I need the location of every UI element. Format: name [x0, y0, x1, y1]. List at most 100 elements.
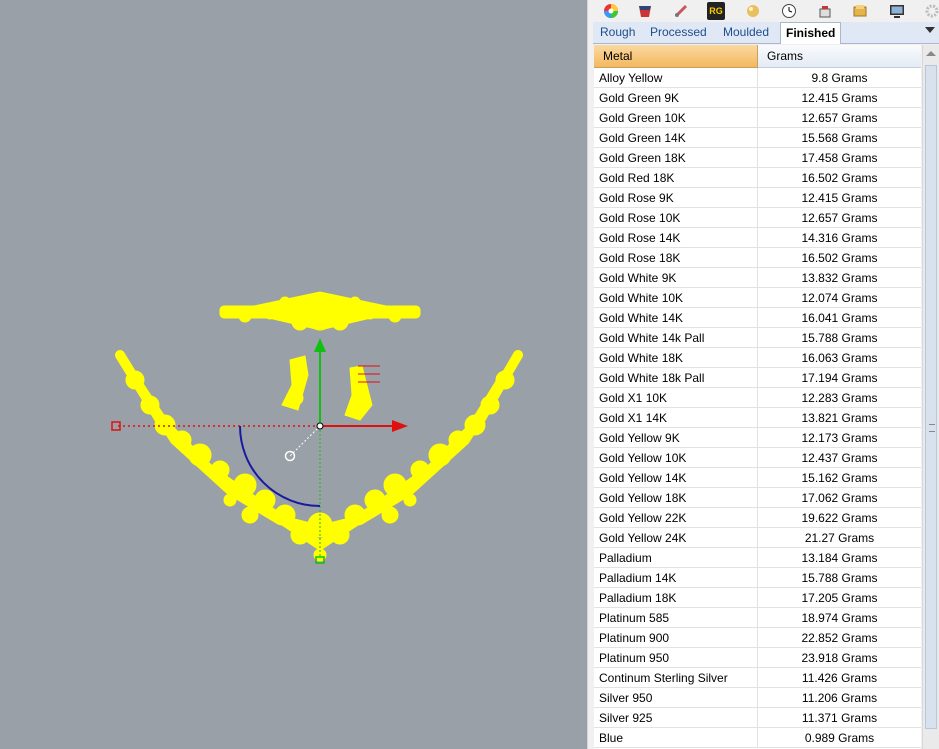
table-row[interactable]: Gold Yellow 14K 15.162 Grams [594, 468, 921, 488]
metal-cell: Silver 950 [594, 688, 758, 708]
grams-cell: 12.283 Grams [758, 388, 921, 408]
gem-icon[interactable] [744, 2, 762, 20]
grams-cell: 12.074 Grams [758, 288, 921, 308]
metal-weight-panel: RG Rough Processed Moulded Finished Meta… [593, 0, 939, 749]
metal-cell: Platinum 950 [594, 648, 758, 668]
table-row[interactable]: Gold X1 10K 12.283 Grams [594, 388, 921, 408]
metal-cell: Gold White 14K [594, 308, 758, 328]
clock-icon[interactable] [780, 2, 798, 20]
table-row[interactable]: Gold Green 9K 12.415 Grams [594, 88, 921, 108]
viewport-canvas[interactable] [0, 0, 587, 749]
table-row[interactable]: Gold Yellow 9K 12.173 Grams [594, 428, 921, 448]
metal-cell: Gold Yellow 24K [594, 528, 758, 548]
table-row[interactable]: Blue 0.989 Grams [594, 728, 921, 748]
tab-rough[interactable]: Rough [595, 22, 640, 43]
table-row[interactable]: Gold Green 14K 15.568 Grams [594, 128, 921, 148]
table-row[interactable]: Gold Yellow 18K 17.062 Grams [594, 488, 921, 508]
grams-cell: 22.852 Grams [758, 628, 921, 648]
grams-cell: 15.162 Grams [758, 468, 921, 488]
table-row[interactable]: Alloy Yellow 9.8 Grams [594, 68, 921, 88]
monitor-icon[interactable] [888, 2, 906, 20]
table-row[interactable]: Palladium 14K 15.788 Grams [594, 568, 921, 588]
y-axis-arrowhead[interactable] [314, 338, 326, 352]
grams-cell: 11.426 Grams [758, 668, 921, 688]
column-header-metal[interactable]: Metal [594, 45, 758, 68]
table-row[interactable]: Gold White 10K 12.074 Grams [594, 288, 921, 308]
grams-cell: 21.27 Grams [758, 528, 921, 548]
table-row[interactable]: Gold White 14k Pall 15.788 Grams [594, 328, 921, 348]
table-row[interactable]: Palladium 18K 17.205 Grams [594, 588, 921, 608]
color-wheel-icon[interactable] [602, 2, 620, 20]
metal-cell: Platinum 900 [594, 628, 758, 648]
chevron-down-icon[interactable] [925, 27, 935, 33]
tab-moulded[interactable]: Moulded [718, 22, 774, 43]
grams-cell: 17.194 Grams [758, 368, 921, 388]
metal-cell: Gold White 14k Pall [594, 328, 758, 348]
table-row[interactable]: Gold Rose 18K 16.502 Grams [594, 248, 921, 268]
grams-cell: 17.205 Grams [758, 588, 921, 608]
table-row[interactable]: Gold Rose 10K 12.657 Grams [594, 208, 921, 228]
table-row[interactable]: Gold White 18k Pall 17.194 Grams [594, 368, 921, 388]
metal-cell: Gold White 10K [594, 288, 758, 308]
grams-cell: 13.832 Grams [758, 268, 921, 288]
grams-cell: 14.316 Grams [758, 228, 921, 248]
top-pendant-piece[interactable] [219, 291, 421, 331]
table-row[interactable]: Platinum 900 22.852 Grams [594, 628, 921, 648]
metal-cell: Gold White 18K [594, 348, 758, 368]
tab-processed[interactable]: Processed [645, 22, 712, 43]
table-row[interactable]: Gold X1 14K 13.821 Grams [594, 408, 921, 428]
grams-cell: 12.657 Grams [758, 208, 921, 228]
table-scrollbar[interactable] [922, 45, 939, 749]
gizmo-center[interactable] [316, 422, 324, 430]
table-row[interactable]: Gold White 18K 16.063 Grams [594, 348, 921, 368]
grams-cell: 11.371 Grams [758, 708, 921, 728]
grams-cell: 9.8 Grams [758, 68, 921, 88]
metal-cell: Gold Rose 18K [594, 248, 758, 268]
grams-cell: 11.206 Grams [758, 688, 921, 708]
grams-cell: 17.062 Grams [758, 488, 921, 508]
rg-logo-icon[interactable]: RG [707, 2, 725, 20]
metal-cell: Gold X1 10K [594, 388, 758, 408]
brush-icon[interactable] [672, 2, 690, 20]
grams-cell: 12.173 Grams [758, 428, 921, 448]
grams-cell: 16.041 Grams [758, 308, 921, 328]
table-row[interactable]: Gold White 9K 13.832 Grams [594, 268, 921, 288]
table-row[interactable]: Gold Yellow 10K 12.437 Grams [594, 448, 921, 468]
metal-cell: Gold Green 18K [594, 148, 758, 168]
table-row[interactable]: Gold Yellow 22K 19.622 Grams [594, 508, 921, 528]
table-row[interactable]: Gold Red 18K 16.502 Grams [594, 168, 921, 188]
table-row[interactable]: Gold Rose 14K 14.316 Grams [594, 228, 921, 248]
table-row[interactable]: Gold White 14K 16.041 Grams [594, 308, 921, 328]
tab-finished[interactable]: Finished [780, 22, 842, 44]
table-row[interactable]: Platinum 950 23.918 Grams [594, 648, 921, 668]
table-row[interactable]: Gold Yellow 24K 21.27 Grams [594, 528, 921, 548]
metal-cell: Gold Rose 10K [594, 208, 758, 228]
paint-bucket-icon[interactable] [636, 2, 654, 20]
3d-viewport[interactable] [0, 0, 587, 749]
settings-icon[interactable] [923, 2, 939, 20]
table-row[interactable]: Gold Rose 9K 12.415 Grams [594, 188, 921, 208]
table-row[interactable]: Silver 925 11.371 Grams [594, 708, 921, 728]
metal-cell: Gold Green 9K [594, 88, 758, 108]
table-row[interactable]: Continum Sterling Silver 11.426 Grams [594, 668, 921, 688]
gold-bar-icon[interactable] [851, 2, 869, 20]
grams-cell: 16.502 Grams [758, 248, 921, 268]
metal-cell: Gold Green 14K [594, 128, 758, 148]
scale-icon[interactable] [816, 2, 834, 20]
column-header-grams[interactable]: Grams [758, 45, 921, 68]
table-row[interactable]: Gold Green 10K 12.657 Grams [594, 108, 921, 128]
metal-cell: Gold Green 10K [594, 108, 758, 128]
table-row[interactable]: Silver 950 11.206 Grams [594, 688, 921, 708]
scroll-thumb[interactable] [925, 65, 937, 729]
x-axis-arrowhead[interactable] [392, 420, 408, 432]
metal-cell: Continum Sterling Silver [594, 668, 758, 688]
grams-cell: 19.622 Grams [758, 508, 921, 528]
table-row[interactable]: Platinum 585 18.974 Grams [594, 608, 921, 628]
scale-line[interactable] [289, 425, 321, 457]
metal-cell: Gold White 9K [594, 268, 758, 288]
left-small-piece[interactable] [281, 355, 309, 411]
table-row[interactable]: Gold Green 18K 17.458 Grams [594, 148, 921, 168]
metal-cell: Platinum 585 [594, 608, 758, 628]
scroll-up-arrow-icon[interactable] [926, 51, 936, 56]
table-row[interactable]: Palladium 13.184 Grams [594, 548, 921, 568]
